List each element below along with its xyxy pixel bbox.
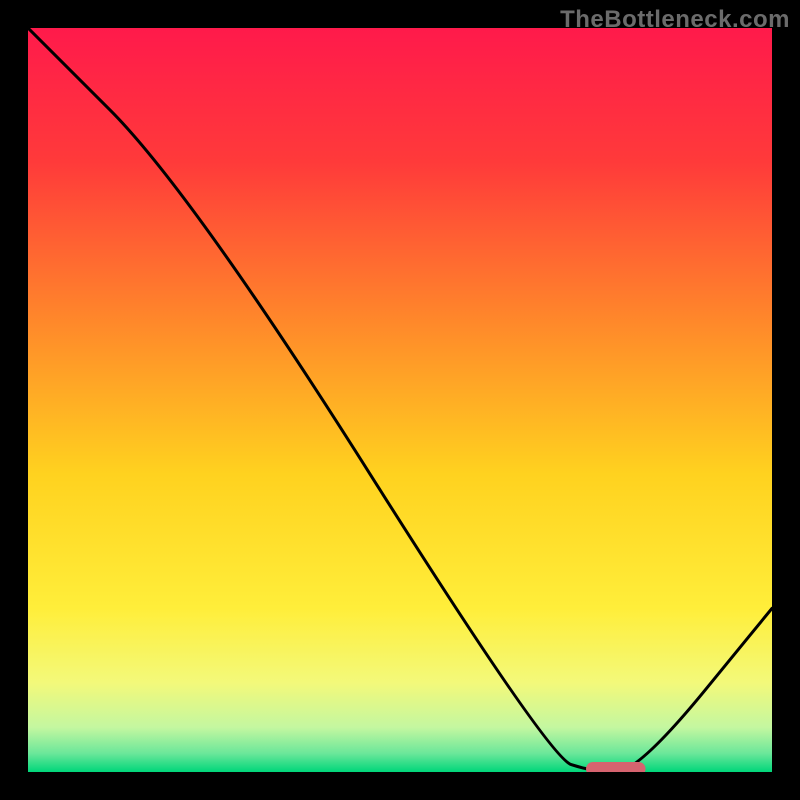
optimal-range-marker — [586, 762, 646, 772]
plot-area — [28, 28, 772, 772]
chart-container: TheBottleneck.com — [0, 0, 800, 800]
chart-svg — [28, 28, 772, 772]
gradient-background — [28, 28, 772, 772]
